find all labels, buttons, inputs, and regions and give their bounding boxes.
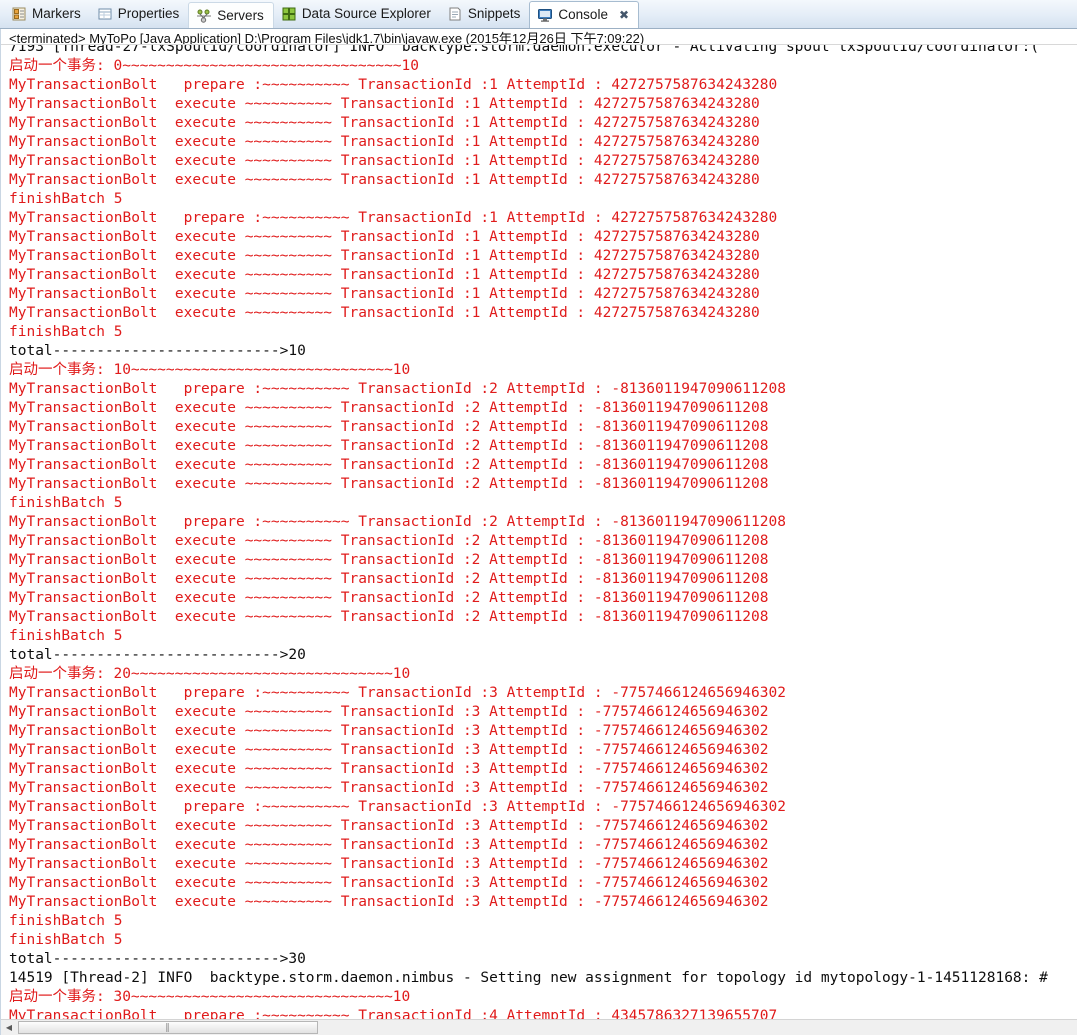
view-tab-bar: Markers Properties Servers Data Source E… <box>0 0 1077 29</box>
console-line: total-------------------------->10 <box>9 343 306 359</box>
console-line: finishBatch 5 <box>9 495 123 511</box>
console-line: MyTransactionBolt prepare :~~~~~~~~~~ Tr… <box>9 210 778 226</box>
console-line: MyTransactionBolt execute ~~~~~~~~~~ Tra… <box>9 286 760 302</box>
servers-icon <box>196 8 212 24</box>
console-line: MyTransactionBolt execute ~~~~~~~~~~ Tra… <box>9 590 769 606</box>
console-line: MyTransactionBolt execute ~~~~~~~~~~ Tra… <box>9 267 760 283</box>
console-line: total-------------------------->30 <box>9 951 306 967</box>
console-line: MyTransactionBolt execute ~~~~~~~~~~ Tra… <box>9 172 760 188</box>
console-line: MyTransactionBolt execute ~~~~~~~~~~ Tra… <box>9 134 760 150</box>
console-line: MyTransactionBolt execute ~~~~~~~~~~ Tra… <box>9 400 769 416</box>
console-line: MyTransactionBolt prepare :~~~~~~~~~~ Tr… <box>9 799 786 815</box>
tab-label: Snippets <box>467 6 521 22</box>
console-line: MyTransactionBolt prepare :~~~~~~~~~~ Tr… <box>9 77 778 93</box>
console-line: MyTransactionBolt execute ~~~~~~~~~~ Tra… <box>9 837 769 853</box>
data-source-explorer-icon <box>281 6 297 22</box>
tab-label: Data Source Explorer <box>301 6 431 22</box>
console-line: MyTransactionBolt execute ~~~~~~~~~~ Tra… <box>9 894 769 910</box>
console-line: MyTransactionBolt execute ~~~~~~~~~~ Tra… <box>9 742 769 758</box>
tab-console[interactable]: Console ✖ <box>529 1 640 28</box>
tab-snippets[interactable]: Snippets <box>440 0 530 28</box>
console-line: MyTransactionBolt execute ~~~~~~~~~~ Tra… <box>9 856 769 872</box>
close-icon[interactable]: ✖ <box>619 9 629 21</box>
console-line: MyTransactionBolt execute ~~~~~~~~~~ Tra… <box>9 533 769 549</box>
console-line: total-------------------------->20 <box>9 647 306 663</box>
console-line: MyTransactionBolt execute ~~~~~~~~~~ Tra… <box>9 96 760 112</box>
tab-label: Properties <box>117 6 180 22</box>
tab-markers[interactable]: Markers <box>4 0 90 28</box>
console-view: <terminated> MyToPo [Java Application] D… <box>0 29 1077 1035</box>
console-icon <box>537 7 553 23</box>
console-line: MyTransactionBolt execute ~~~~~~~~~~ Tra… <box>9 875 769 891</box>
scroll-left-arrow[interactable]: ◀ <box>1 1020 17 1035</box>
console-line: MyTransactionBolt execute ~~~~~~~~~~ Tra… <box>9 115 760 131</box>
console-line: finishBatch 5 <box>9 191 123 207</box>
console-output[interactable]: 7193 [Thread-27-txSpoutId/coordinator] I… <box>1 45 1077 1026</box>
tab-data-source-explorer[interactable]: Data Source Explorer <box>274 0 440 28</box>
console-line: MyTransactionBolt prepare :~~~~~~~~~~ Tr… <box>9 514 786 530</box>
console-line: MyTransactionBolt execute ~~~~~~~~~~ Tra… <box>9 419 769 435</box>
console-line: 启动一个事务: 30~~~~~~~~~~~~~~~~~~~~~~~~~~~~~~… <box>9 989 411 1005</box>
console-line: 14519 [Thread-2] INFO backtype.storm.dae… <box>9 970 1048 986</box>
console-line: MyTransactionBolt execute ~~~~~~~~~~ Tra… <box>9 723 769 739</box>
tab-servers[interactable]: Servers <box>188 2 274 28</box>
tab-properties[interactable]: Properties <box>90 0 189 28</box>
console-line: MyTransactionBolt execute ~~~~~~~~~~ Tra… <box>9 248 760 264</box>
markers-icon <box>11 6 27 22</box>
console-line: MyTransactionBolt execute ~~~~~~~~~~ Tra… <box>9 818 769 834</box>
console-line: MyTransactionBolt execute ~~~~~~~~~~ Tra… <box>9 438 769 454</box>
horizontal-scrollbar[interactable]: ◀ ‖ <box>1 1019 1077 1035</box>
console-line: 启动一个事务: 20~~~~~~~~~~~~~~~~~~~~~~~~~~~~~~… <box>9 666 411 682</box>
console-line: finishBatch 5 <box>9 628 123 644</box>
console-line: 7193 [Thread-27-txSpoutId/coordinator] I… <box>9 45 1040 55</box>
snippets-icon <box>447 6 463 22</box>
tab-label: Console <box>558 7 608 23</box>
console-line: MyTransactionBolt execute ~~~~~~~~~~ Tra… <box>9 552 769 568</box>
console-line: MyTransactionBolt execute ~~~~~~~~~~ Tra… <box>9 571 769 587</box>
properties-icon <box>97 6 113 22</box>
console-line: MyTransactionBolt execute ~~~~~~~~~~ Tra… <box>9 704 769 720</box>
tab-label: Servers <box>217 7 264 23</box>
console-line: MyTransactionBolt prepare :~~~~~~~~~~ Tr… <box>9 685 786 701</box>
console-line: MyTransactionBolt execute ~~~~~~~~~~ Tra… <box>9 229 760 245</box>
scrollbar-thumb[interactable]: ‖ <box>18 1021 318 1034</box>
console-line: MyTransactionBolt prepare :~~~~~~~~~~ Tr… <box>9 381 786 397</box>
console-line: finishBatch 5 <box>9 324 123 340</box>
console-line: MyTransactionBolt execute ~~~~~~~~~~ Tra… <box>9 153 760 169</box>
console-line: MyTransactionBolt execute ~~~~~~~~~~ Tra… <box>9 476 769 492</box>
console-line: 启动一个事务: 10~~~~~~~~~~~~~~~~~~~~~~~~~~~~~~… <box>9 362 411 378</box>
console-line: MyTransactionBolt execute ~~~~~~~~~~ Tra… <box>9 761 769 777</box>
console-line: MyTransactionBolt execute ~~~~~~~~~~ Tra… <box>9 780 769 796</box>
console-line: finishBatch 5 <box>9 913 123 929</box>
console-line: MyTransactionBolt execute ~~~~~~~~~~ Tra… <box>9 305 760 321</box>
console-process-header: <terminated> MyToPo [Java Application] D… <box>1 29 1077 45</box>
tab-label: Markers <box>32 6 81 22</box>
console-line: finishBatch 5 <box>9 932 123 948</box>
console-line: 启动一个事务: 0~~~~~~~~~~~~~~~~~~~~~~~~~~~~~~~… <box>9 58 419 74</box>
console-line: MyTransactionBolt execute ~~~~~~~~~~ Tra… <box>9 457 769 473</box>
console-line: MyTransactionBolt execute ~~~~~~~~~~ Tra… <box>9 609 769 625</box>
